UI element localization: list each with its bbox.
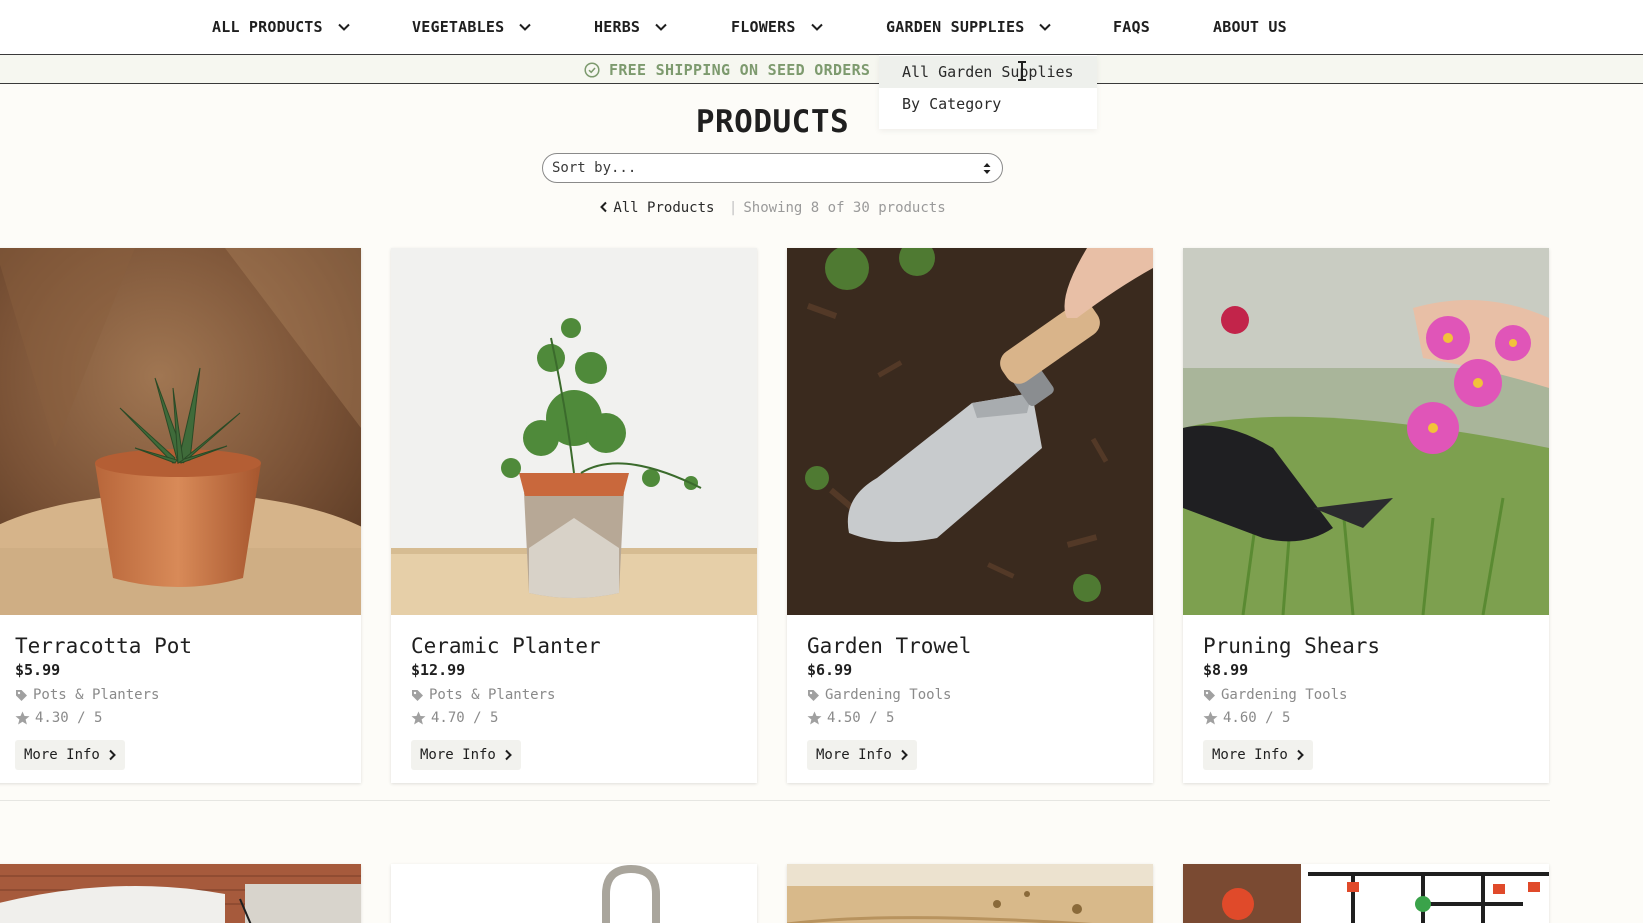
button-label: More Info	[24, 747, 100, 763]
product-rating: 4.60 / 5	[1203, 710, 1290, 726]
nav-label: ALL PRODUCTS	[212, 18, 323, 36]
dropdown-item-by-category[interactable]: By Category	[879, 88, 1097, 120]
chevron-down-icon	[338, 23, 350, 31]
star-icon	[15, 711, 30, 725]
product-card: Garden Trowel $6.99 Gardening Tools 4.50…	[787, 248, 1153, 783]
nav-garden-supplies[interactable]: GARDEN SUPPLIES	[886, 16, 1052, 38]
dropdown-item-all-garden-supplies[interactable]: All Garden Supplies	[879, 56, 1097, 88]
rating-value: 4.30 / 5	[35, 710, 103, 726]
rating-value: 4.60 / 5	[1223, 710, 1291, 726]
chevron-right-icon	[109, 749, 116, 761]
tag-icon	[16, 689, 27, 701]
product-name[interactable]: Pruning Shears	[1203, 634, 1380, 658]
check-circle-icon	[584, 61, 600, 78]
product-category: Pots & Planters	[15, 687, 159, 703]
chevron-down-icon	[519, 23, 532, 31]
category-label: Pots & Planters	[429, 687, 556, 703]
nav-label: VEGETABLES	[412, 18, 505, 36]
button-label: More Info	[816, 747, 892, 763]
rating-value: 4.50 / 5	[827, 710, 895, 726]
pruning-shears-photo[interactable]	[1183, 248, 1549, 615]
nav-label: GARDEN SUPPLIES	[886, 18, 1025, 36]
nav-label: ABOUT US	[1213, 18, 1287, 36]
chevron-right-icon	[901, 749, 908, 761]
product-rating: 4.30 / 5	[15, 710, 102, 726]
faucet-photo[interactable]	[391, 864, 757, 923]
product-card: Ceramic Planter $12.99 Pots & Planters 4…	[391, 248, 757, 783]
product-category: Pots & Planters	[411, 687, 555, 703]
chevron-right-icon	[1297, 749, 1304, 761]
product-name[interactable]: Garden Trowel	[807, 634, 971, 658]
star-icon	[411, 711, 426, 725]
text-cursor-icon	[1018, 61, 1026, 81]
product-card: Terracotta Pot $5.99 Pots & Planters 4.3…	[0, 248, 361, 783]
button-label: More Info	[1212, 747, 1288, 763]
star-icon	[1203, 711, 1218, 725]
product-rating: 4.70 / 5	[411, 710, 498, 726]
banner-content: FREE SHIPPING ON SEED ORDERS O	[584, 59, 889, 80]
sort-placeholder: Sort by...	[552, 160, 637, 176]
product-price: $12.99	[411, 661, 466, 679]
nav-label: HERBS	[594, 18, 641, 36]
product-price: $5.99	[15, 661, 61, 679]
breadcrumb-separator: |	[728, 200, 738, 216]
breadcrumb: All Products | Showing 8 of 30 products	[0, 200, 1545, 216]
nav-label: FAQS	[1113, 18, 1150, 36]
tag-icon	[1204, 689, 1215, 701]
nav-vegetables[interactable]: VEGETABLES	[412, 16, 532, 38]
more-info-button[interactable]: More Info	[411, 740, 521, 770]
category-label: Pots & Planters	[33, 687, 160, 703]
chevron-down-icon	[655, 23, 667, 31]
chevron-right-icon	[505, 749, 512, 761]
ceramic-planter-photo[interactable]	[391, 248, 757, 615]
back-link-label: All Products	[613, 200, 715, 216]
chevron-down-icon	[810, 23, 823, 31]
shipping-banner: FREE SHIPPING ON SEED ORDERS O	[0, 55, 1643, 84]
star-icon	[807, 711, 822, 725]
nav-faqs[interactable]: FAQS	[1113, 16, 1150, 38]
banner-text: FREE SHIPPING ON SEED ORDERS O	[609, 60, 889, 79]
product-price: $8.99	[1203, 661, 1249, 679]
chevron-left-icon	[600, 201, 608, 213]
more-info-button[interactable]: More Info	[15, 740, 125, 770]
tag-icon	[808, 689, 819, 701]
nav-all-products[interactable]: ALL PRODUCTS	[212, 16, 351, 38]
category-label: Gardening Tools	[1221, 687, 1348, 703]
product-name[interactable]: Terracotta Pot	[15, 634, 192, 658]
more-info-button[interactable]: More Info	[807, 740, 917, 770]
garden-supplies-dropdown: All Garden Supplies By Category	[879, 55, 1097, 129]
nav-label: FLOWERS	[731, 18, 796, 36]
dropdown-item-label: All Garden Supplies	[902, 63, 1074, 81]
garage-door-photo[interactable]	[0, 864, 361, 923]
rating-value: 4.70 / 5	[431, 710, 499, 726]
chevron-down-icon	[1039, 23, 1052, 31]
back-to-all-products-link[interactable]: All Products	[599, 200, 723, 216]
product-count: Showing 8 of 30 products	[743, 200, 946, 216]
product-name[interactable]: Ceramic Planter	[411, 634, 601, 658]
top-navigation: ALL PRODUCTS VEGETABLES HERBS FLOWERS GA…	[0, 0, 1643, 55]
product-rating: 4.50 / 5	[807, 710, 894, 726]
category-label: Gardening Tools	[825, 687, 952, 703]
product-card: Pruning Shears $8.99 Gardening Tools 4.6…	[1183, 248, 1549, 783]
garden-trowel-photo[interactable]	[787, 248, 1153, 615]
wooden-table-photo[interactable]	[787, 864, 1153, 923]
tag-icon	[412, 689, 423, 701]
button-label: More Info	[420, 747, 496, 763]
row-divider	[0, 800, 1550, 801]
product-category: Gardening Tools	[1203, 687, 1347, 703]
nav-herbs[interactable]: HERBS	[594, 16, 668, 38]
product-price: $6.99	[807, 661, 853, 679]
more-info-button[interactable]: More Info	[1203, 740, 1313, 770]
dropdown-item-label: By Category	[902, 95, 1002, 113]
drip-irrigation-photo[interactable]	[1183, 864, 1549, 923]
sort-select[interactable]: Sort by...	[542, 153, 1003, 183]
nav-flowers[interactable]: FLOWERS	[731, 16, 824, 38]
terracotta-pot-photo[interactable]	[0, 248, 361, 615]
nav-about-us[interactable]: ABOUT US	[1213, 16, 1287, 38]
select-arrows-icon	[983, 163, 991, 174]
product-category: Gardening Tools	[807, 687, 951, 703]
page-title: PRODUCTS	[695, 104, 850, 140]
